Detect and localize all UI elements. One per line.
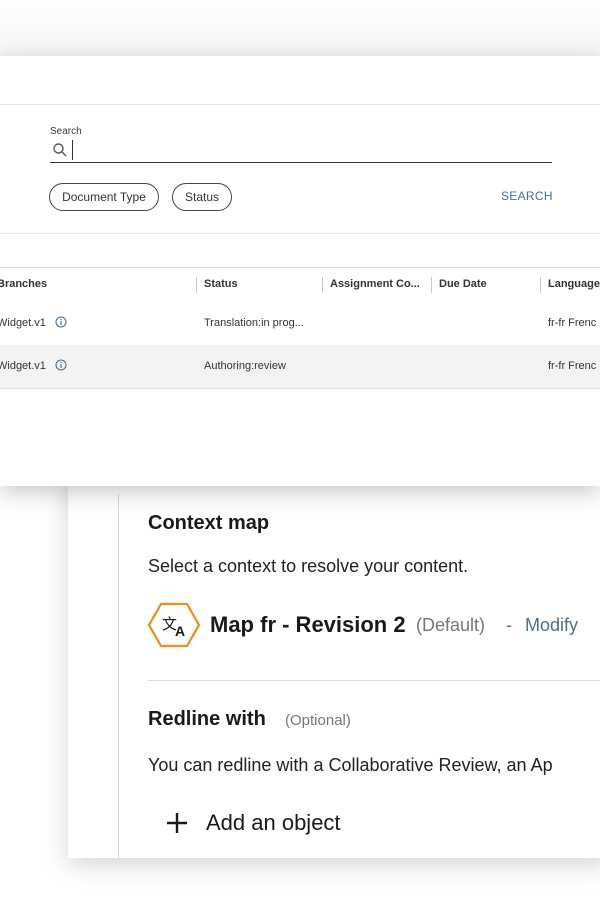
background-top [0, 0, 600, 60]
info-icon[interactable] [55, 316, 67, 328]
document-type-filter[interactable]: Document Type [49, 183, 159, 211]
context-map-title: Context map [148, 512, 270, 534]
status-filter[interactable]: Status [172, 183, 232, 211]
cell-branch: Widget.v1 [0, 360, 46, 372]
cell-status: Translation:in prog... [204, 317, 304, 329]
table-row[interactable]: Widget.v1 Authoring:review fr-fr Frenc [0, 345, 600, 389]
column-header-branches[interactable]: Branches [0, 278, 47, 290]
cell-language: fr-fr Frenc [548, 360, 597, 372]
search-button[interactable]: SEARCH [501, 189, 553, 203]
cell-language: fr-fr Frenc [548, 317, 597, 329]
cell-branch: Widget.v1 [0, 317, 46, 329]
separator: - [506, 615, 512, 635]
column-separator[interactable] [431, 277, 432, 293]
table-row[interactable]: Widget.v1 Translation:in prog... fr-fr F… [0, 302, 600, 346]
context-map-description: Select a context to resolve your content… [148, 556, 469, 576]
column-header-language[interactable]: Language [548, 278, 600, 290]
search-icon [53, 143, 67, 157]
column-header-status[interactable]: Status [204, 278, 238, 290]
selected-map: 文 A Map fr - Revision 2 (Default) - Modi… [148, 602, 600, 652]
modify-link[interactable]: Modify [525, 615, 578, 636]
column-separator[interactable] [540, 277, 541, 293]
add-object-label: Add an object [206, 810, 341, 835]
search-input[interactable] [72, 140, 542, 160]
cell-status: Authoring:review [204, 360, 286, 372]
redline-title: Redline with [148, 708, 266, 730]
vertical-rule [118, 494, 119, 858]
context-panel: Context map Select a context to resolve … [68, 470, 600, 858]
divider [0, 233, 600, 234]
map-name: Map fr - Revision 2 [210, 612, 406, 637]
column-header-assignment[interactable]: Assignment Co... [330, 278, 420, 290]
column-separator[interactable] [196, 277, 197, 293]
redline-description: You can redline with a Collaborative Rev… [148, 755, 553, 775]
table-header: Branches Status Assignment Co... Due Dat… [0, 267, 600, 303]
add-object-button[interactable]: Add an object [166, 808, 426, 838]
svg-text:A: A [175, 623, 185, 639]
map-default-label: (Default) [416, 615, 486, 635]
column-separator[interactable] [322, 277, 323, 293]
divider [148, 680, 600, 681]
search-panel: Search Document Type Status SEARCH Branc… [0, 56, 600, 486]
column-header-due-date[interactable]: Due Date [439, 278, 487, 290]
divider [0, 104, 600, 105]
search-label: Search [50, 126, 82, 137]
search-field[interactable] [50, 140, 552, 163]
redline-optional-label: (Optional) [285, 712, 351, 729]
plus-icon [167, 813, 187, 833]
translate-icon: 文 A [148, 602, 200, 648]
info-icon[interactable] [55, 359, 67, 371]
